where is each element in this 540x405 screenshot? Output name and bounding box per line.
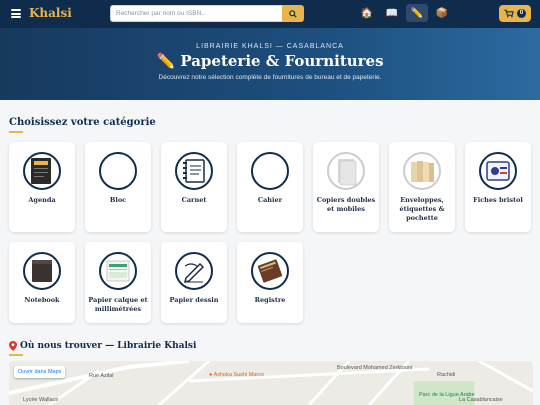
cart-count-badge: 0 bbox=[517, 9, 526, 18]
search-input[interactable] bbox=[110, 5, 282, 22]
top-navbar: Khalsi 🏠 📖 ✏️ 📦 0 bbox=[0, 0, 540, 28]
nav-supplies-button[interactable]: 📦 bbox=[431, 4, 453, 22]
category-card-copiers[interactable]: Copiers doubles et mobiles bbox=[313, 142, 379, 232]
open-in-maps-link[interactable]: Ouvrir dans Maps bbox=[14, 366, 66, 378]
bristol-icon bbox=[479, 152, 517, 190]
map-embed[interactable]: Ouvrir dans Maps Rue Azilal ● Ashoka Sus… bbox=[9, 361, 533, 405]
registre-icon bbox=[251, 252, 289, 290]
category-card-notebook[interactable]: Notebook bbox=[9, 242, 75, 323]
page-title: ✏️ Papeterie & Fournitures bbox=[156, 52, 384, 70]
cart-icon bbox=[504, 9, 514, 18]
category-label: Cahier bbox=[257, 196, 283, 204]
category-label: Notebook bbox=[24, 296, 60, 304]
nav-home-button[interactable]: 🏠 bbox=[356, 4, 378, 22]
hero-kicker: LIBRAIRIE KHALSI — CASABLANCA bbox=[196, 43, 344, 50]
home-icon: 🏠 bbox=[360, 7, 374, 19]
map-poi-label: ● Ashoka Sushi Marco bbox=[209, 372, 264, 378]
category-card-registre[interactable]: Registre bbox=[237, 242, 303, 323]
location-heading: Où nous trouver — Librairie Khalsi bbox=[9, 341, 196, 351]
pencil-icon: ✏️ bbox=[410, 7, 424, 19]
category-label: Registre bbox=[254, 296, 286, 304]
category-card-bloc[interactable]: Bloc bbox=[85, 142, 151, 232]
map-street-label: Rue Azilal bbox=[89, 373, 114, 379]
category-label: Agenda bbox=[28, 196, 56, 204]
category-card-agenda[interactable]: Agenda bbox=[9, 142, 75, 232]
location-title: Où nous trouver — Librairie Khalsi bbox=[20, 341, 197, 351]
notebook-icon bbox=[23, 252, 61, 290]
map-poi-label-text: Ashoka Sushi Marco bbox=[213, 372, 265, 378]
nav-stationery-button[interactable]: ✏️ bbox=[406, 4, 428, 22]
category-label: Papier calque et millimétrées bbox=[88, 296, 148, 313]
category-label: Bloc bbox=[109, 196, 127, 204]
heading-underline bbox=[9, 131, 23, 133]
search-icon bbox=[289, 9, 297, 18]
envelope-icon bbox=[403, 152, 441, 190]
category-card-papier-calque[interactable]: Papier calque et millimétrées bbox=[85, 242, 151, 323]
agenda-icon bbox=[23, 152, 61, 190]
hero-subtitle: Découvrez notre sélection complète de fo… bbox=[158, 74, 382, 81]
copier-icon bbox=[327, 152, 365, 190]
carnet-icon bbox=[175, 152, 213, 190]
category-label: Copiers doubles et mobiles bbox=[316, 196, 376, 213]
map-pin-icon bbox=[9, 341, 17, 351]
bloc-icon bbox=[99, 152, 137, 190]
category-card-papier-dessin[interactable]: Papier dessin bbox=[161, 242, 227, 323]
cart-button[interactable]: 0 bbox=[499, 5, 531, 22]
category-card-enveloppes[interactable]: Enveloppes, étiquettes & pochette bbox=[389, 142, 455, 232]
cahier-icon bbox=[251, 152, 289, 190]
map-area-label: Rachidi bbox=[437, 372, 456, 378]
hero-banner: LIBRAIRIE KHALSI — CASABLANCA ✏️ Papeter… bbox=[0, 28, 540, 100]
category-card-fiches-bristol[interactable]: Fiches bristol bbox=[465, 142, 531, 232]
category-card-carnet[interactable]: Carnet bbox=[161, 142, 227, 232]
brand-logo[interactable]: Khalsi bbox=[29, 6, 72, 20]
category-card-cahier[interactable]: Cahier bbox=[237, 142, 303, 232]
search-bar bbox=[110, 5, 304, 22]
category-label: Papier dessin bbox=[169, 296, 219, 304]
categories-heading: Choisissez votre catégorie bbox=[9, 117, 156, 128]
hamburger-menu-icon[interactable] bbox=[11, 9, 21, 18]
map-roads bbox=[9, 361, 533, 405]
category-label: Enveloppes, étiquettes & pochette bbox=[399, 196, 445, 222]
heading-underline bbox=[9, 354, 23, 356]
map-poi-label: Lycée Wallace bbox=[23, 397, 59, 403]
category-label: Carnet bbox=[181, 196, 207, 204]
package-icon: 📦 bbox=[435, 7, 449, 19]
tracing-paper-icon bbox=[99, 252, 137, 290]
map-poi-label: La Casablancaise bbox=[459, 397, 503, 403]
nav-icons: 🏠 📖 ✏️ 📦 bbox=[356, 4, 453, 22]
map-street-label: Boulevard Mohamed Zerktouni bbox=[337, 365, 413, 371]
search-button[interactable] bbox=[282, 5, 304, 22]
restaurant-icon: ● bbox=[209, 372, 213, 378]
drawing-paper-icon bbox=[175, 252, 213, 290]
book-icon: 📖 bbox=[385, 7, 399, 19]
nav-books-button[interactable]: 📖 bbox=[381, 4, 403, 22]
category-label: Fiches bristol bbox=[473, 196, 523, 204]
